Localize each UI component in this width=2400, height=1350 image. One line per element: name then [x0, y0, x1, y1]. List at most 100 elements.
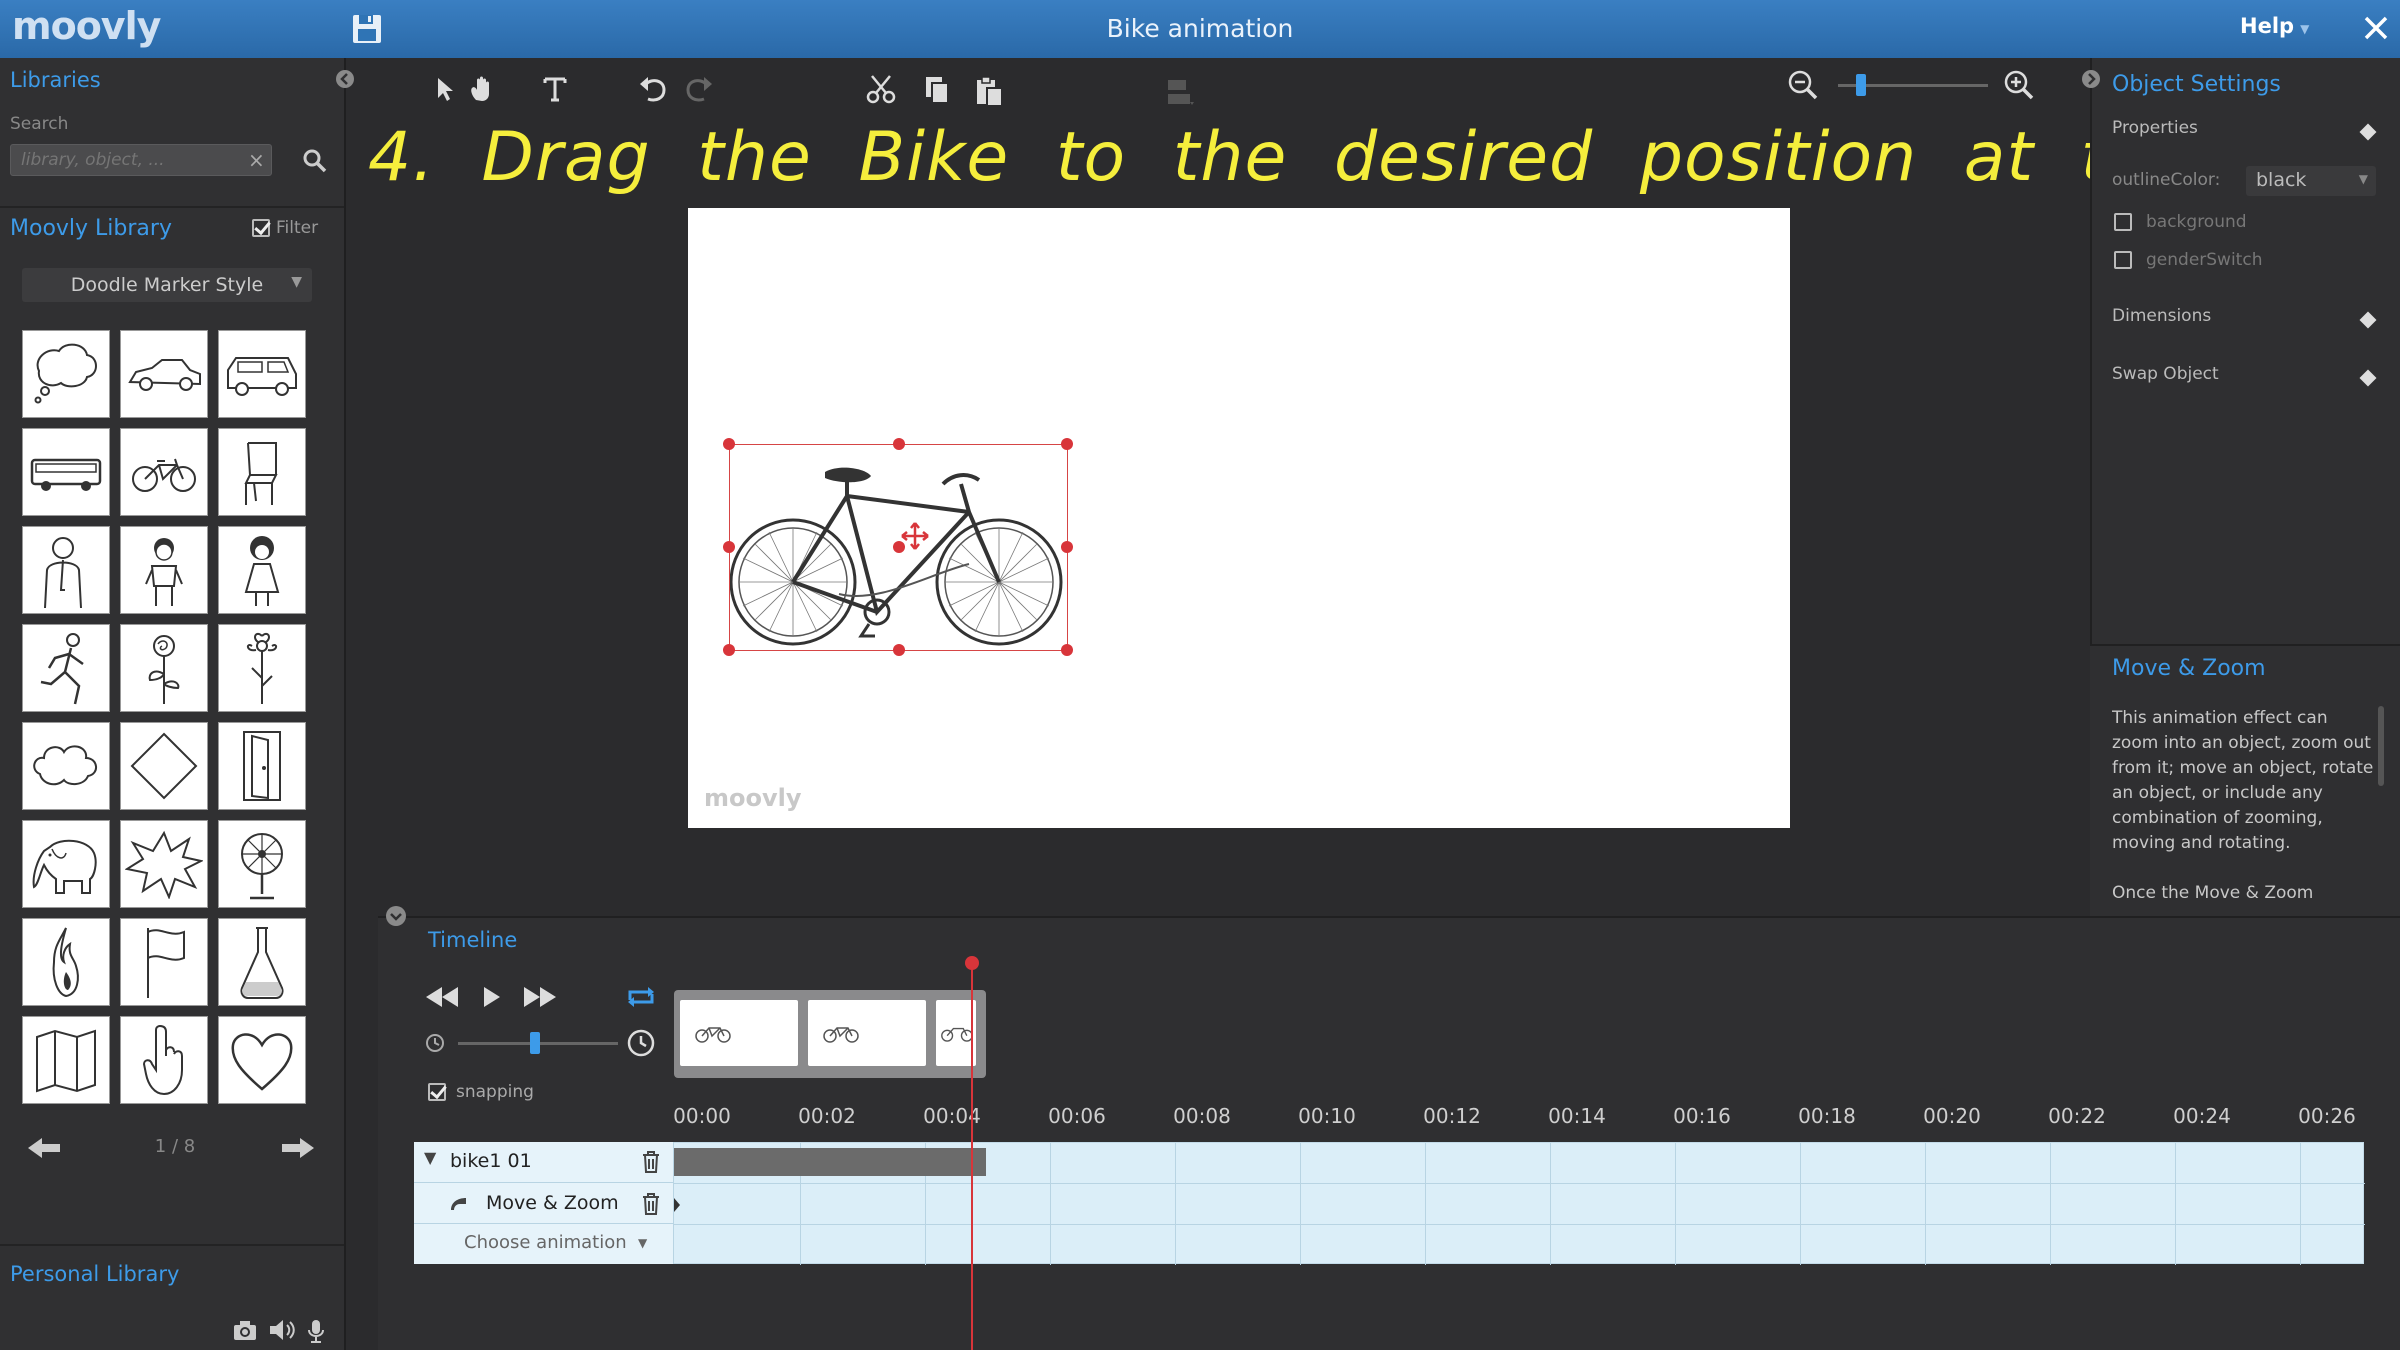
grid-line — [1550, 1143, 1551, 1265]
description-scrollbar[interactable] — [2378, 706, 2384, 786]
moovly-library-title[interactable]: Moovly Library — [10, 216, 172, 241]
zoom-out-icon[interactable] — [1786, 68, 1820, 102]
move-zoom-description-text: This animation effect can zoom into an o… — [2112, 708, 2374, 853]
resize-handle[interactable] — [893, 644, 905, 656]
diamond-icon[interactable] — [120, 722, 208, 810]
clear-search-icon[interactable]: × — [248, 148, 265, 172]
timeline-thumbnail[interactable] — [808, 1000, 926, 1066]
swap-object-label[interactable]: Swap Object — [2112, 364, 2219, 384]
resize-handle[interactable] — [1061, 438, 1073, 450]
resize-handle[interactable] — [723, 438, 735, 450]
hand-icon[interactable] — [120, 1016, 208, 1104]
grid-line — [1925, 1143, 1926, 1265]
snapping-toggle[interactable]: snapping — [428, 1082, 534, 1102]
filter-toggle[interactable]: Filter — [252, 218, 318, 238]
dimensions-label[interactable]: Dimensions — [2112, 306, 2211, 326]
timeline-thumbnail[interactable] — [936, 1000, 976, 1066]
previous-page-icon[interactable] — [26, 1136, 62, 1160]
rewind-icon[interactable] — [424, 984, 462, 1010]
rose-icon[interactable] — [120, 624, 208, 712]
playhead[interactable] — [971, 964, 973, 1350]
background-checkbox[interactable] — [2114, 213, 2132, 231]
personal-library-title[interactable]: Personal Library — [10, 1262, 179, 1286]
resize-handle[interactable] — [893, 438, 905, 450]
chair-icon[interactable] — [218, 428, 306, 516]
resize-handle[interactable] — [723, 644, 735, 656]
animation-marker[interactable] — [674, 1198, 680, 1212]
fire-icon[interactable] — [22, 918, 110, 1006]
close-icon[interactable] — [2358, 10, 2394, 46]
delete-layer-icon[interactable] — [640, 1150, 662, 1174]
map-icon[interactable] — [22, 1016, 110, 1104]
door-icon[interactable] — [218, 722, 306, 810]
expand-layer-icon[interactable]: ▼ — [424, 1148, 436, 1167]
explosion-icon[interactable] — [120, 820, 208, 908]
selection-box[interactable] — [723, 438, 1073, 656]
flag-icon[interactable] — [120, 918, 208, 1006]
timeline-zoom-handle[interactable] — [530, 1032, 540, 1054]
filter-label: Filter — [276, 218, 319, 238]
track-divider — [414, 1223, 674, 1224]
heart-icon[interactable] — [218, 1016, 306, 1104]
gender-switch-option[interactable]: genderSwitch — [2114, 250, 2262, 270]
filter-checkbox[interactable] — [252, 219, 270, 237]
paste-icon[interactable] — [972, 74, 1006, 108]
fast-forward-icon[interactable] — [520, 984, 558, 1010]
cut-icon[interactable] — [864, 72, 898, 106]
object-duration-bar[interactable] — [674, 1148, 986, 1176]
collapse-right-icon[interactable] — [2080, 68, 2102, 90]
search-icon[interactable] — [302, 148, 328, 174]
timeline-thumbnail[interactable] — [680, 1000, 798, 1066]
properties-label[interactable]: Properties — [2112, 118, 2198, 138]
next-page-icon[interactable] — [280, 1136, 316, 1160]
help-menu[interactable]: Help ▼ — [2240, 14, 2309, 38]
speaker-icon[interactable] — [268, 1318, 296, 1346]
snapping-checkbox[interactable] — [428, 1083, 446, 1101]
zoom-in-icon[interactable] — [2002, 68, 2036, 102]
collapse-left-icon[interactable] — [334, 68, 356, 90]
girl-icon[interactable] — [218, 526, 306, 614]
text-tool-icon[interactable] — [538, 72, 572, 106]
copy-icon[interactable] — [920, 72, 954, 106]
bicycle-icon[interactable] — [120, 428, 208, 516]
loop-icon[interactable] — [626, 984, 656, 1010]
animation-name[interactable]: Move & Zoom — [486, 1192, 619, 1214]
align-icon[interactable] — [1164, 76, 1198, 110]
thought-bubble-icon[interactable] — [22, 330, 110, 418]
select-pointer-icon[interactable] — [428, 72, 462, 106]
flower-icon[interactable] — [218, 624, 306, 712]
camera-icon[interactable] — [232, 1318, 258, 1346]
play-icon[interactable] — [478, 984, 504, 1010]
microphone-icon[interactable] — [306, 1318, 326, 1346]
collapse-timeline-icon[interactable] — [384, 904, 408, 928]
resize-handle[interactable] — [723, 541, 735, 553]
resize-handle[interactable] — [1061, 541, 1073, 553]
playhead-handle[interactable] — [965, 956, 979, 970]
undo-icon[interactable] — [636, 72, 670, 106]
background-option[interactable]: background — [2114, 212, 2247, 232]
grid-line — [1300, 1143, 1301, 1265]
track-divider — [415, 1183, 2365, 1184]
search-input[interactable] — [10, 144, 272, 176]
redo-icon[interactable] — [682, 72, 716, 106]
fan-icon[interactable] — [218, 820, 306, 908]
choose-animation-select[interactable]: Choose animation ▼ — [464, 1232, 664, 1253]
layer-name[interactable]: bike1 01 — [450, 1150, 532, 1172]
van-icon[interactable] — [218, 330, 306, 418]
outline-color-select[interactable]: black ▼ — [2246, 166, 2376, 196]
bus-icon[interactable] — [22, 428, 110, 516]
hand-pan-icon[interactable] — [464, 72, 498, 106]
style-select[interactable]: Doodle Marker Style ▼ — [22, 268, 312, 302]
boy-icon[interactable] — [120, 526, 208, 614]
cloud-icon[interactable] — [22, 722, 110, 810]
flask-icon[interactable] — [218, 918, 306, 1006]
delete-animation-icon[interactable] — [640, 1192, 662, 1216]
car-icon[interactable] — [120, 330, 208, 418]
resize-handle[interactable] — [1061, 644, 1073, 656]
runner-icon[interactable] — [22, 624, 110, 712]
zoom-slider-handle[interactable] — [1856, 74, 1866, 96]
gender-switch-checkbox[interactable] — [2114, 251, 2132, 269]
move-zoom-description: This animation effect can zoom into an o… — [2112, 706, 2378, 906]
businessman-icon[interactable] — [22, 526, 110, 614]
elephant-icon[interactable] — [22, 820, 110, 908]
